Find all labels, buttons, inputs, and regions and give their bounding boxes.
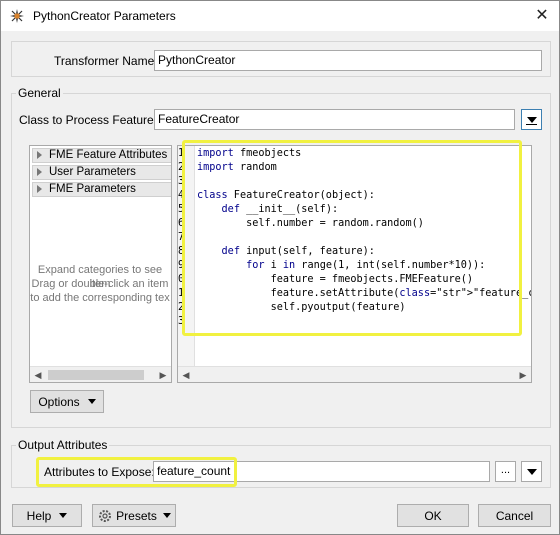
line-number: 0 xyxy=(178,274,185,285)
code-editor[interactable]: 1 import fmeobjects 2 import random 3 4 class … xyxy=(177,145,532,383)
expand-arrow-icon xyxy=(37,168,42,176)
code-line: 3 xyxy=(178,315,188,329)
code-line: 5 def __init__(self): xyxy=(178,203,338,217)
scroll-right-icon[interactable]: ▶ xyxy=(155,367,171,382)
ok-button[interactable]: OK xyxy=(397,504,469,527)
code-text: import fmeobjects xyxy=(197,148,302,159)
scroll-left-icon[interactable]: ◀ xyxy=(30,367,46,382)
expand-arrow-icon xyxy=(37,185,42,193)
line-number: 2 xyxy=(178,162,185,173)
categories-hscrollbar[interactable]: ◀ ▶ xyxy=(30,366,171,382)
scroll-thumb[interactable] xyxy=(48,370,144,380)
code-line: 7 xyxy=(178,231,188,245)
scroll-left-icon[interactable]: ◀ xyxy=(178,367,194,382)
category-fme-parameters[interactable]: FME Parameters xyxy=(32,182,171,197)
expand-arrow-icon xyxy=(37,151,42,159)
window-title: PythonCreator Parameters xyxy=(33,9,176,23)
general-group-title: General xyxy=(16,86,63,100)
code-line: 2 self.pyoutput(feature) xyxy=(178,301,406,315)
attributes-to-expose-input[interactable]: feature_count xyxy=(153,461,490,482)
code-text: import random xyxy=(197,162,277,173)
category-label: FME Parameters xyxy=(49,183,136,195)
code-line: 8 def input(self, feature): xyxy=(178,245,375,259)
category-fme-feature-attributes[interactable]: FME Feature Attributes xyxy=(32,148,171,163)
code-hscrollbar[interactable]: ◀ ▶ xyxy=(178,366,531,382)
chevron-down-icon xyxy=(87,399,96,404)
dropdown-underline xyxy=(526,124,537,125)
title-bar: PythonCreator Parameters ✕ xyxy=(1,1,559,31)
categories-panel: FME Feature Attributes User Parameters F… xyxy=(29,145,172,383)
chevron-down-icon xyxy=(526,468,537,475)
code-line: 6 self.number = random.random() xyxy=(178,217,424,231)
code-text: self.number = random.random() xyxy=(197,218,424,229)
dialog-window: PythonCreator Parameters ✕ Transformer N… xyxy=(0,0,560,535)
code-text: feature.setAttribute(class="str">"featur… xyxy=(197,288,532,299)
chevron-down-icon xyxy=(162,513,171,518)
code-text: class FeatureCreator(object): xyxy=(197,190,375,201)
category-label: User Parameters xyxy=(49,166,136,178)
code-text: feature = fmeobjects.FMEFeature() xyxy=(197,274,474,285)
ok-label: OK xyxy=(424,508,442,523)
code-line: 0 feature = fmeobjects.FMEFeature() xyxy=(178,273,473,287)
line-number: 8 xyxy=(178,246,185,257)
presets-label: Presets xyxy=(116,508,157,523)
line-number: 3 xyxy=(178,176,185,187)
code-text: for i in range(1, int(self.number*10)): xyxy=(246,260,486,271)
transformer-name-input[interactable]: PythonCreator xyxy=(154,50,542,71)
categories-hint-line: Drag or double-click an item xyxy=(31,278,169,290)
output-attributes-title: Output Attributes xyxy=(16,438,110,452)
code-text: def __init__(self): xyxy=(221,204,339,215)
python-creator-app-icon xyxy=(10,9,24,23)
gear-icon xyxy=(99,509,112,522)
cancel-label: Cancel xyxy=(495,508,534,523)
line-number: 7 xyxy=(178,232,185,243)
ellipsis-button[interactable]: ... xyxy=(495,461,516,482)
code-line: 2 import random xyxy=(178,161,277,175)
line-number: 4 xyxy=(178,190,185,201)
category-user-parameters[interactable]: User Parameters xyxy=(32,165,171,180)
presets-button[interactable]: Presets xyxy=(92,504,176,527)
code-line: 4 class FeatureCreator(object): xyxy=(178,189,375,203)
scroll-track[interactable] xyxy=(196,370,514,380)
help-label: Help xyxy=(26,508,52,523)
chevron-down-icon xyxy=(526,116,537,123)
line-number: 5 xyxy=(178,204,185,215)
line-number: 1 xyxy=(178,288,185,299)
code-line: 1 import fmeobjects xyxy=(178,147,301,161)
line-number: 1 xyxy=(178,148,185,159)
cancel-button[interactable]: Cancel xyxy=(478,504,551,527)
categories-hint-line: to add the corresponding tex xyxy=(30,292,170,304)
line-number: 2 xyxy=(178,302,185,313)
class-to-process-input[interactable]: FeatureCreator xyxy=(154,109,515,130)
code-line: 1 feature.setAttribute(class="str">"feat… xyxy=(178,287,531,301)
line-number: 9 xyxy=(178,260,185,271)
options-button[interactable]: Options xyxy=(30,390,104,413)
help-button[interactable]: Help xyxy=(12,504,82,527)
category-label: FME Feature Attributes xyxy=(49,149,168,161)
code-line: 9 for i in range(1, int(self.number*10))… xyxy=(178,259,485,273)
code-line: 3 xyxy=(178,175,188,189)
class-to-process-label: Class to Process Features: xyxy=(19,113,164,127)
scroll-right-icon[interactable]: ▶ xyxy=(515,367,531,382)
code-text: self.pyoutput(feature) xyxy=(197,302,406,313)
line-number: 3 xyxy=(178,316,185,327)
code-text: def input(self, feature): xyxy=(221,246,375,257)
transformer-name-label: Transformer Name: xyxy=(54,54,158,68)
class-dropdown-button[interactable] xyxy=(521,109,542,130)
close-icon[interactable]: ✕ xyxy=(531,5,553,27)
chevron-down-icon xyxy=(59,513,68,518)
expose-dropdown-button[interactable] xyxy=(521,461,542,482)
line-number: 6 xyxy=(178,218,185,229)
options-label: Options xyxy=(38,394,80,409)
attributes-to-expose-label: Attributes to Expose: xyxy=(44,465,155,479)
